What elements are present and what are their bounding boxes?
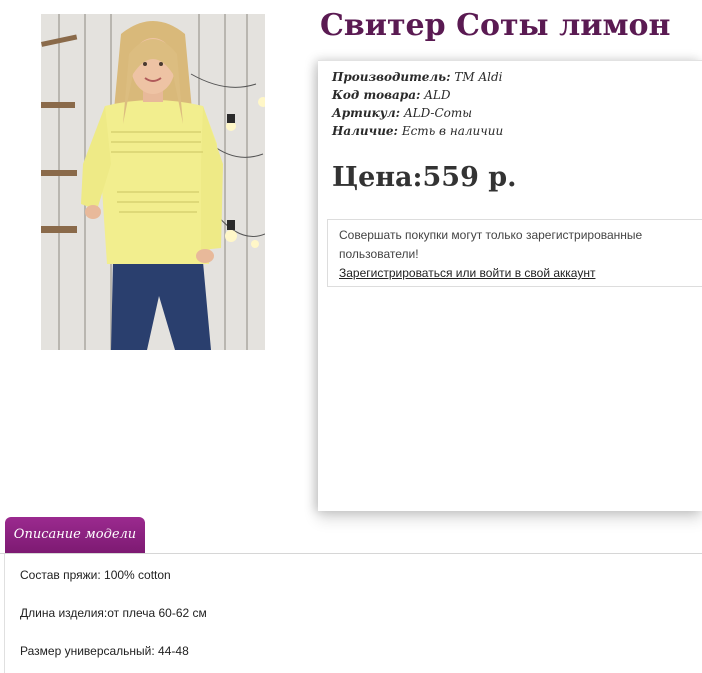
tab-panel-description: Состав пряжи: 100% cotton Длина изделия:… xyxy=(4,554,702,673)
availability-label: Наличие: xyxy=(332,124,398,138)
registration-notice: Совершать покупки могут только зарегистр… xyxy=(327,219,702,287)
description-line: Длина изделия:от плеча 60-62 см xyxy=(20,606,207,620)
product-page: Свитер Соты лимон Производитель: ТМ Aldi… xyxy=(0,0,702,673)
product-code-row: Код товара: ALD xyxy=(332,86,503,104)
description-line: Размер универсальный: 44-48 xyxy=(20,644,189,658)
availability-row: Наличие: Есть в наличии xyxy=(332,122,503,140)
description-line: Состав пряжи: 100% cotton xyxy=(20,568,171,582)
product-title: Свитер Соты лимон xyxy=(320,8,671,43)
product-price: Цена:559 р. xyxy=(332,161,517,195)
product-photo[interactable] xyxy=(41,14,265,350)
article-row: Артикул: ALD-Соты xyxy=(332,104,503,122)
registration-notice-text: Совершать покупки могут только зарегистр… xyxy=(339,228,643,261)
tab-model-description[interactable]: Описание модели xyxy=(5,517,145,553)
product-info-card: Производитель: ТМ Aldi Код товара: ALD А… xyxy=(318,60,702,511)
register-login-link[interactable]: Зарегистрироваться или войти в свой акка… xyxy=(339,266,595,280)
product-meta: Производитель: ТМ Aldi Код товара: ALD А… xyxy=(332,68,503,140)
article-label: Артикул: xyxy=(332,106,401,120)
product-photo-illustration xyxy=(41,14,265,350)
manufacturer-label: Производитель: xyxy=(332,70,451,84)
article-value: ALD-Соты xyxy=(403,106,473,120)
price-value: 559 р. xyxy=(422,162,517,193)
product-code-value: ALD xyxy=(424,88,451,102)
manufacturer-row: Производитель: ТМ Aldi xyxy=(332,68,503,86)
product-code-label: Код товара: xyxy=(332,88,421,102)
availability-value: Есть в наличии xyxy=(401,124,504,138)
manufacturer-value: ТМ Aldi xyxy=(454,70,503,84)
price-label: Цена: xyxy=(332,162,423,193)
